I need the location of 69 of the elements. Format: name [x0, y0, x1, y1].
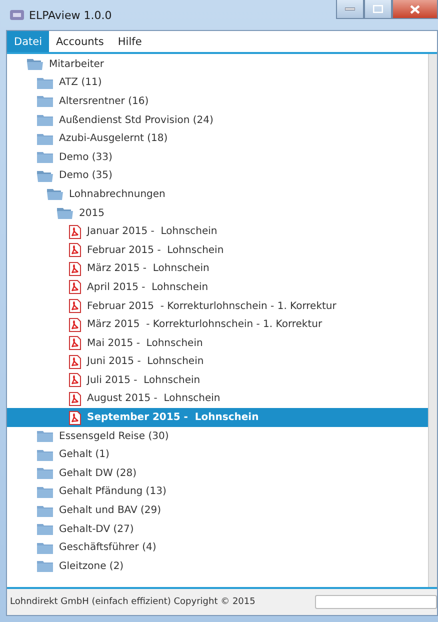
tree-item[interactable]: Gleitzone (2)	[7, 557, 428, 576]
tree-item[interactable]: Gehalt (1)	[7, 445, 428, 464]
minimize-button[interactable]	[336, 0, 364, 19]
pdf-file-icon	[69, 224, 81, 239]
folder-icon	[37, 467, 53, 480]
tree-item[interactable]: Juli 2015 - Lohnschein	[7, 371, 428, 390]
open-folder-icon	[37, 170, 53, 182]
pdf-file-icon	[69, 392, 81, 406]
tree-item[interactable]: ATZ (11)	[7, 74, 428, 92]
tree-item[interactable]: Demo (35)	[7, 166, 428, 186]
tree-item[interactable]: Altersrentner (16)	[7, 92, 428, 111]
tree-item[interactable]: Demo (33)	[7, 148, 428, 167]
tree-item[interactable]: Gehalt-DV (27)	[7, 520, 428, 538]
folder-icon	[37, 504, 53, 517]
tree-item[interactable]: Februar 2015 - Korrekturlohnschein - 1. Korrektur	[7, 296, 428, 316]
menu-item[interactable]: Datei	[7, 31, 50, 52]
tree-item[interactable]: Mitarbeiter	[7, 55, 428, 74]
tree-item[interactable]: Geschäftsführer (4)	[7, 538, 428, 558]
tree-item[interactable]: Januar 2015 - Lohnschein	[7, 222, 428, 241]
folder-icon	[37, 114, 53, 126]
minimize-icon	[345, 7, 355, 11]
folder-icon	[37, 95, 53, 108]
menu-item[interactable]: Accounts	[49, 31, 111, 52]
folder-icon	[37, 523, 53, 536]
tree-item[interactable]: Außendienst Std Provision (24)	[7, 110, 428, 130]
open-folder-icon	[27, 58, 43, 70]
tree-item[interactable]: August 2015 - Lohnschein	[7, 390, 428, 408]
folder-icon	[37, 560, 53, 572]
tree-item[interactable]: Essensgeld Reise (30)	[7, 426, 428, 446]
tree-item[interactable]: Juni 2015 - Lohnschein	[7, 352, 428, 372]
tree-item[interactable]: 2015	[7, 204, 428, 222]
pdf-file-icon	[69, 410, 81, 425]
open-folder-icon	[47, 188, 63, 200]
tree-item[interactable]: Azubi-Ausgelernt (18)	[7, 129, 428, 148]
pdf-file-icon	[69, 262, 81, 276]
pdf-file-icon	[69, 336, 81, 350]
folder-icon	[37, 151, 53, 164]
close-icon	[410, 4, 420, 14]
folder-icon	[37, 132, 53, 145]
tree-item[interactable]: Gehalt und BAV (29)	[7, 501, 428, 520]
tree-item[interactable]: März 2015 - Lohnschein	[7, 260, 428, 278]
pdf-file-icon	[69, 280, 81, 294]
tree-item[interactable]: September 2015 - Lohnschein	[7, 408, 428, 427]
maximize-icon	[373, 5, 383, 13]
status-text: Lohndirekt GmbH (einfach effizient) Copyright © 2015	[10, 597, 256, 607]
folder-icon	[37, 430, 53, 442]
tree-item[interactable]: April 2015 - Lohnschein	[7, 278, 428, 297]
tree-item[interactable]: Lohnabrechnungen	[7, 185, 428, 204]
open-folder-icon	[57, 207, 73, 220]
window-title: ELPAview 1.0.0	[29, 8, 112, 22]
pdf-file-icon	[69, 373, 81, 388]
maximize-button[interactable]	[364, 0, 392, 19]
folder-icon	[37, 76, 53, 89]
tree-item[interactable]: März 2015 - Korrekturlohnschein - 1. Korrektur	[7, 315, 428, 334]
folder-icon	[37, 448, 53, 461]
pdf-file-icon	[69, 318, 81, 332]
tree-item[interactable]: Februar 2015 - Lohnschein	[7, 240, 428, 260]
tree-item[interactable]: Mai 2015 - Lohnschein	[7, 334, 428, 352]
vertical-scrollbar[interactable]	[428, 54, 437, 587]
app-icon	[10, 10, 24, 20]
folder-icon	[37, 486, 53, 498]
folder-icon	[37, 542, 53, 554]
menu-item[interactable]: Hilfe	[110, 31, 149, 52]
tree-item[interactable]: Gehalt DW (28)	[7, 464, 428, 483]
close-button[interactable]	[392, 0, 438, 19]
tree-item[interactable]: Gehalt Pfändung (13)	[7, 482, 428, 502]
pdf-file-icon	[69, 243, 81, 258]
pdf-file-icon	[69, 354, 81, 369]
pdf-file-icon	[69, 299, 81, 314]
